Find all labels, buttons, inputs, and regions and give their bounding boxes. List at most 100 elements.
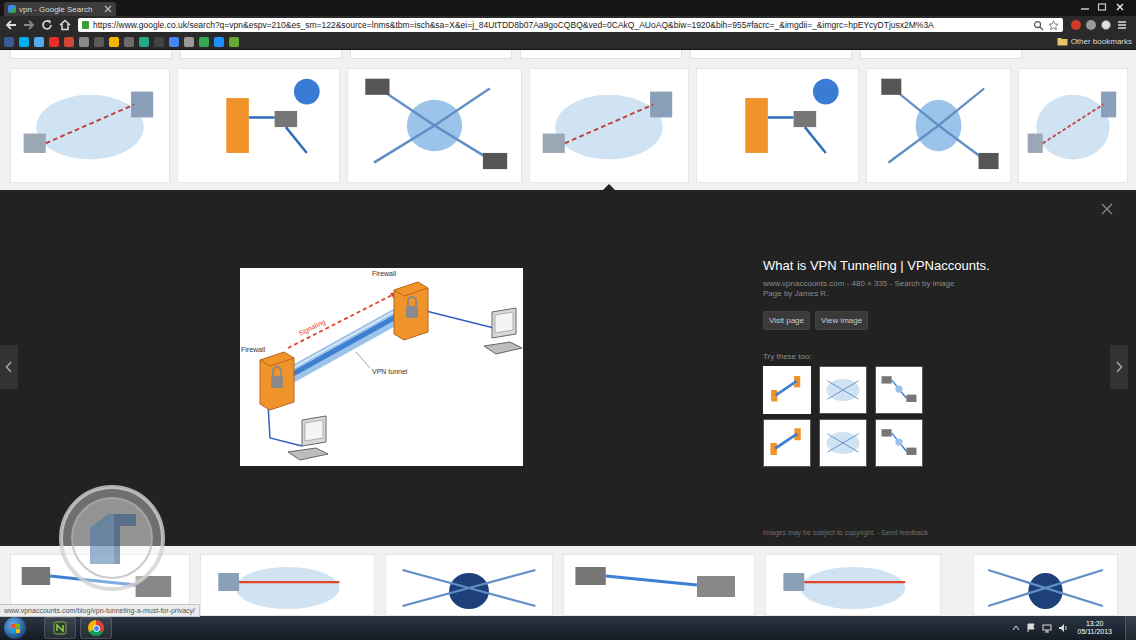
bookmark-icon[interactable] <box>214 37 224 47</box>
result-thumbnail[interactable] <box>177 68 340 183</box>
related-images <box>763 366 1096 467</box>
previous-button[interactable] <box>0 345 18 389</box>
bookmark-icon[interactable] <box>229 37 239 47</box>
bookmark-icon[interactable] <box>94 37 104 47</box>
bookmark-icon[interactable] <box>34 37 44 47</box>
home-icon[interactable] <box>58 18 72 32</box>
bookmark-icon[interactable] <box>124 37 134 47</box>
network-icon[interactable] <box>1042 623 1052 633</box>
result-thumbnail[interactable] <box>563 554 755 616</box>
signaling-label: Signaling <box>297 318 326 338</box>
close-window-icon[interactable] <box>1112 2 1128 12</box>
result-thumbnail[interactable] <box>200 554 375 616</box>
extension-icon[interactable] <box>1071 20 1081 30</box>
close-tab-icon[interactable] <box>104 5 112 13</box>
bookmark-icon[interactable] <box>4 37 14 47</box>
image-preview-panel: FirewallFirewallSignalingVPN tunnelWhat … <box>0 190 1136 546</box>
maximize-icon[interactable] <box>1095 2 1109 12</box>
browser-tab[interactable]: vpn - Google Search <box>4 2 116 16</box>
tunnel-label: VPN tunnel <box>372 368 408 375</box>
tab-title: vpn - Google Search <box>19 5 101 14</box>
next-button[interactable] <box>1110 345 1128 389</box>
diagram-thumbnail-icon <box>765 368 809 412</box>
related-thumbnail[interactable] <box>763 366 811 414</box>
result-thumbnail[interactable] <box>696 68 859 183</box>
flag-icon[interactable] <box>1026 623 1036 633</box>
result-thumbnail[interactable] <box>765 554 941 616</box>
status-bubble: www.vpnaccounts.com/blog/vpn-tunneling-a… <box>0 604 200 617</box>
volume-icon[interactable] <box>1058 623 1068 633</box>
result-thumbnail[interactable] <box>1018 68 1128 183</box>
result-thumbnail[interactable] <box>347 68 522 183</box>
reload-icon[interactable] <box>40 18 54 32</box>
forward-icon[interactable] <box>22 18 36 32</box>
title-bar: vpn - Google Search <box>0 0 1136 16</box>
partial-results-row <box>0 50 1136 62</box>
back-icon[interactable] <box>4 18 18 32</box>
show-hidden-icon[interactable] <box>1012 624 1020 632</box>
bookmark-icon[interactable] <box>49 37 59 47</box>
diagram-thumbnail-icon <box>820 367 866 413</box>
taskbar-app[interactable] <box>44 617 76 639</box>
clock[interactable]: 13:2005/11/2013 <box>1074 620 1115 636</box>
bookmark-icon[interactable] <box>184 37 194 47</box>
diagram-thumbnail-icon <box>348 69 521 182</box>
related-title: Try these too: <box>763 352 1096 361</box>
taskbar-app[interactable] <box>80 617 112 639</box>
bookmark-icon[interactable] <box>109 37 119 47</box>
preview-button[interactable]: Visit page <box>763 311 810 330</box>
window-controls <box>1078 0 1136 12</box>
chevron-left-icon <box>5 361 13 373</box>
zoom-icon[interactable] <box>1033 20 1044 31</box>
related-thumbnail[interactable] <box>875 419 923 467</box>
bookmark-icon[interactable] <box>169 37 179 47</box>
related-thumbnail[interactable] <box>819 419 867 467</box>
folder-icon <box>1057 37 1068 46</box>
bookmark-icon[interactable] <box>154 37 164 47</box>
bookmark-icon[interactable] <box>79 37 89 47</box>
url-field[interactable]: https://www.google.co.uk/search?q=vpn&es… <box>78 18 1063 32</box>
diagram-thumbnail-icon <box>766 555 940 615</box>
chrome-icon <box>88 620 104 636</box>
firewall-icon <box>260 352 294 410</box>
system-tray: 13:2005/11/2013 <box>1012 620 1121 636</box>
start-button[interactable] <box>4 617 26 639</box>
preview-title[interactable]: What is VPN Tunneling | VPNaccounts. <box>763 258 1096 274</box>
other-bookmarks[interactable]: Other bookmarks <box>1057 37 1132 46</box>
result-thumbnail[interactable] <box>385 554 553 616</box>
minimize-icon[interactable] <box>1078 2 1092 12</box>
preview-button[interactable]: View image <box>815 311 868 330</box>
windows-logo-icon <box>11 624 20 633</box>
preview-source: www.vpnaccounts.com - 480 × 335 - Search… <box>763 279 1096 289</box>
app-icon <box>52 620 68 636</box>
screen: vpn - Google Search https://www.google.co… <box>0 0 1136 640</box>
vpn-tunnel-diagram[interactable]: FirewallFirewallSignalingVPN tunnel <box>240 268 523 466</box>
result-thumbnail[interactable] <box>973 554 1118 616</box>
results-row <box>0 68 1136 183</box>
results-top <box>0 50 1136 190</box>
copyright-notice: Images may be subject to copyright. - Se… <box>763 529 1096 536</box>
result-thumbnail[interactable] <box>866 68 1011 183</box>
bookmark-icon[interactable] <box>64 37 74 47</box>
google-favicon-icon <box>8 5 16 13</box>
menu-icon[interactable] <box>1116 19 1128 31</box>
close-preview-icon[interactable] <box>1100 202 1114 216</box>
result-thumbnail[interactable] <box>529 68 689 183</box>
watermark-logo-icon <box>58 484 166 592</box>
result-thumbnail[interactable] <box>10 68 170 183</box>
related-thumbnail[interactable] <box>819 366 867 414</box>
star-icon[interactable] <box>1048 20 1059 31</box>
extension-icon[interactable] <box>1101 20 1111 30</box>
diagram-thumbnail-icon <box>876 367 922 413</box>
bookmark-icon[interactable] <box>199 37 209 47</box>
diagram-thumbnail-icon <box>697 69 858 182</box>
bookmark-icon[interactable] <box>19 37 29 47</box>
related-thumbnail[interactable] <box>875 366 923 414</box>
extension-icon[interactable] <box>1086 20 1096 30</box>
bookmark-icon[interactable] <box>139 37 149 47</box>
diagram-thumbnail-icon <box>1019 69 1127 182</box>
firewall-label: Firewall <box>241 346 266 353</box>
show-desktop-button[interactable] <box>1125 616 1136 640</box>
related-thumbnail[interactable] <box>763 419 811 467</box>
diagram-thumbnail-icon <box>764 420 810 466</box>
